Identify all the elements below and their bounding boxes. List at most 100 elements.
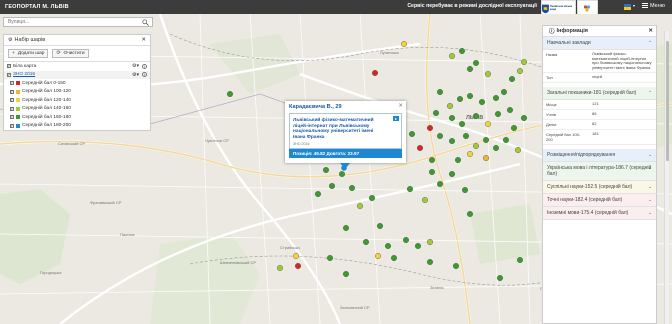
school-marker[interactable] [457, 95, 464, 102]
school-marker[interactable] [449, 114, 456, 121]
school-marker[interactable] [277, 264, 284, 271]
school-marker[interactable] [429, 156, 436, 163]
school-marker[interactable] [433, 109, 440, 116]
add-layer-button[interactable]: + Додати шар [8, 49, 49, 58]
school-marker[interactable] [437, 88, 444, 95]
checkbox[interactable]: ✓ [10, 106, 14, 111]
school-marker[interactable] [517, 68, 524, 75]
school-marker[interactable] [467, 210, 474, 217]
school-marker[interactable] [315, 190, 322, 197]
section-schools[interactable]: Навчальні заклади ⌃ [543, 37, 656, 50]
school-marker[interactable] [485, 120, 492, 127]
school-marker[interactable] [343, 224, 350, 231]
school-marker[interactable] [391, 254, 398, 261]
layer-group-label[interactable]: ЗНО 2016 [13, 72, 35, 77]
search-icon[interactable] [142, 19, 149, 26]
close-icon[interactable]: ✕ [141, 37, 146, 43]
section-ukrainian[interactable]: Українська мова і література-186.7 (сере… [543, 162, 656, 182]
school-marker[interactable] [437, 132, 444, 139]
school-marker[interactable] [437, 180, 444, 187]
school-marker[interactable] [427, 238, 434, 245]
close-icon[interactable]: ✕ [398, 103, 403, 109]
section-total[interactable]: Загальні показники-181 (середній бал) ⌃ [543, 87, 656, 101]
school-marker[interactable] [479, 98, 486, 105]
clear-button[interactable]: ⟳ Очистити [52, 49, 89, 58]
school-marker[interactable] [449, 170, 456, 177]
checkbox[interactable]: ✓ [7, 72, 11, 77]
school-marker[interactable] [372, 70, 379, 77]
chevron-down-icon[interactable]: ⌄ [648, 184, 652, 190]
school-marker[interactable] [349, 184, 356, 191]
school-marker[interactable] [403, 236, 410, 243]
school-marker[interactable] [473, 112, 480, 119]
school-marker[interactable] [455, 156, 462, 163]
base-map-layer[interactable]: ✓ Біла карта ⚙▾ i [4, 62, 150, 71]
legend-item[interactable]: ✓ Середній бал 0-150 [4, 79, 150, 88]
school-marker[interactable] [407, 185, 414, 192]
school-marker[interactable] [323, 166, 330, 173]
ukrainian-flag-icon[interactable] [624, 4, 631, 10]
section-placement[interactable]: Розміщення/підпорядкування ⌄ [543, 149, 656, 163]
school-marker[interactable] [459, 48, 466, 55]
legend-item[interactable]: ✓ Середній бал 140-160 [4, 105, 150, 114]
school-marker[interactable] [327, 254, 334, 261]
checkbox[interactable]: ✓ [7, 64, 11, 69]
scrollbar-thumb[interactable] [666, 41, 669, 161]
school-marker[interactable] [511, 124, 518, 131]
info-icon[interactable]: i [142, 63, 147, 69]
school-marker[interactable] [449, 53, 456, 60]
school-marker[interactable] [473, 60, 480, 67]
chevron-down-icon[interactable]: ⌄ [648, 197, 652, 203]
scrollbar[interactable] [664, 31, 669, 324]
legend-item[interactable]: ✓ Середній бал 160-180 [4, 113, 150, 122]
school-marker[interactable] [493, 94, 500, 101]
school-marker[interactable] [401, 41, 408, 48]
school-marker[interactable] [507, 106, 514, 113]
school-marker[interactable] [467, 150, 474, 157]
school-marker[interactable] [377, 222, 384, 229]
school-marker[interactable] [409, 130, 416, 137]
school-marker[interactable] [485, 71, 492, 78]
school-marker[interactable] [293, 252, 300, 259]
section-foreign[interactable]: Іноземні мови-175.4 (середній бал) ⌄ [543, 207, 656, 221]
close-icon[interactable]: ✕ [648, 28, 653, 34]
school-marker[interactable] [509, 76, 516, 83]
school-marker[interactable] [449, 137, 456, 144]
school-marker[interactable] [447, 102, 454, 109]
checkbox[interactable]: ✓ [10, 123, 14, 128]
school-marker[interactable] [503, 136, 510, 143]
school-marker[interactable] [357, 202, 364, 209]
school-marker[interactable] [463, 132, 470, 139]
school-marker[interactable] [467, 66, 474, 73]
school-marker[interactable] [517, 256, 524, 263]
school-marker[interactable] [501, 88, 508, 95]
chevron-down-icon[interactable]: ⌄ [648, 152, 652, 158]
school-marker[interactable] [459, 120, 466, 127]
school-marker[interactable] [385, 242, 392, 249]
legend-item[interactable]: ✓ Середній бал 180-200 [4, 122, 150, 131]
legend-item[interactable]: ✓ Середній бал 100-120 [4, 88, 150, 97]
school-marker[interactable] [473, 142, 480, 149]
menu-button[interactable]: Меню [642, 2, 665, 9]
school-marker[interactable] [226, 90, 233, 97]
school-marker[interactable] [375, 252, 382, 259]
school-marker[interactable] [495, 110, 502, 117]
school-marker[interactable] [295, 262, 302, 269]
school-marker[interactable] [363, 238, 370, 245]
gear-icon[interactable]: ⚙▾ [132, 72, 139, 78]
search-input[interactable] [4, 19, 140, 25]
school-marker[interactable] [483, 136, 490, 143]
chevron-up-icon[interactable]: ⌃ [648, 40, 652, 46]
checkbox[interactable]: ✓ [10, 115, 14, 120]
school-marker[interactable] [521, 114, 528, 121]
info-icon[interactable]: i [142, 72, 147, 77]
school-marker[interactable] [422, 196, 429, 203]
checkbox[interactable]: ✓ [10, 81, 14, 86]
school-marker[interactable] [369, 194, 376, 201]
expand-icon[interactable]: ▸ [393, 116, 399, 121]
section-social[interactable]: Суспільні науки-152.5 (середній бал) ⌄ [543, 181, 656, 195]
chevron-down-icon[interactable]: ⌄ [648, 210, 652, 216]
chevron-down-icon[interactable]: ▾ [633, 3, 635, 8]
layer-group-zno[interactable]: ✓ ЗНО 2016 ⚙▾ i [4, 70, 150, 79]
school-marker[interactable] [429, 168, 436, 175]
